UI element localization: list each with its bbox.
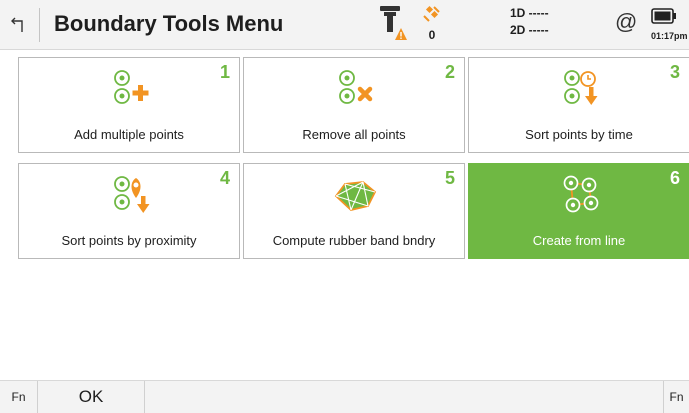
receiver-warning-icon — [380, 6, 407, 40]
back-arrow-icon — [11, 17, 23, 32]
tile-label: Sort points by time — [525, 127, 633, 142]
clock-time: 01:17pm — [651, 31, 688, 41]
tile-label: Compute rubber band bndry — [272, 233, 436, 248]
tile-label: Add multiple points — [74, 127, 184, 142]
tile-sort-points-by-proximity[interactable]: 4 Sort points by proximity — [18, 163, 240, 259]
sort-by-time-icon — [564, 70, 598, 105]
tile-remove-all-points[interactable]: 2 Remove all points — [243, 57, 465, 153]
fn-right-button[interactable]: Fn — [663, 381, 689, 413]
battery-icon — [651, 8, 676, 24]
create-from-line-icon — [563, 175, 599, 213]
distance-2d: 2D ----- — [510, 23, 549, 37]
header-bar: Boundary Tools Menu 0 1D ----- 2D ----- … — [0, 0, 689, 50]
gnss-receiver-status[interactable] — [376, 4, 410, 44]
tile-add-multiple-points[interactable]: 1 Add multiple points — [18, 57, 240, 153]
add-points-icon — [114, 70, 149, 104]
tile-label: Remove all points — [302, 127, 406, 142]
tile-number: 5 — [444, 168, 455, 188]
tile-create-from-line[interactable]: 6 Create from line — [468, 163, 689, 259]
tile-label: Sort points by proximity — [61, 233, 197, 248]
distance-readout: 1D ----- 2D ----- — [510, 5, 549, 39]
distance-1d: 1D ----- — [510, 6, 549, 20]
satellite-icon — [423, 5, 440, 22]
satellite-count: 0 — [428, 28, 436, 42]
tile-number: 2 — [444, 62, 455, 82]
ok-button[interactable]: OK — [38, 381, 145, 413]
tile-compute-rubber-band-boundary[interactable]: 5 Compute rubber band bndry — [243, 163, 465, 259]
tile-label: Create from line — [532, 233, 626, 248]
tile-number: 4 — [219, 168, 230, 188]
connection-at-icon[interactable]: @ — [615, 9, 637, 35]
rubber-band-icon — [334, 181, 377, 211]
tile-number: 6 — [669, 168, 680, 188]
fn-left-button[interactable]: Fn — [0, 381, 38, 413]
sort-by-proximity-icon — [114, 176, 150, 213]
header-divider — [39, 8, 40, 42]
battery-status[interactable]: 01:17pm — [651, 6, 689, 46]
tile-number: 3 — [669, 62, 680, 82]
satellite-status[interactable]: 0 — [420, 4, 446, 44]
tile-number: 1 — [219, 62, 230, 82]
footer-bar: Fn OK Fn — [0, 380, 689, 413]
remove-points-icon — [339, 70, 373, 104]
page-title: Boundary Tools Menu — [54, 11, 284, 36]
app-window: Boundary Tools Menu 0 1D ----- 2D ----- … — [0, 0, 689, 413]
back-button[interactable] — [6, 11, 32, 39]
tile-sort-points-by-time[interactable]: 3 Sort points by time — [468, 57, 689, 153]
